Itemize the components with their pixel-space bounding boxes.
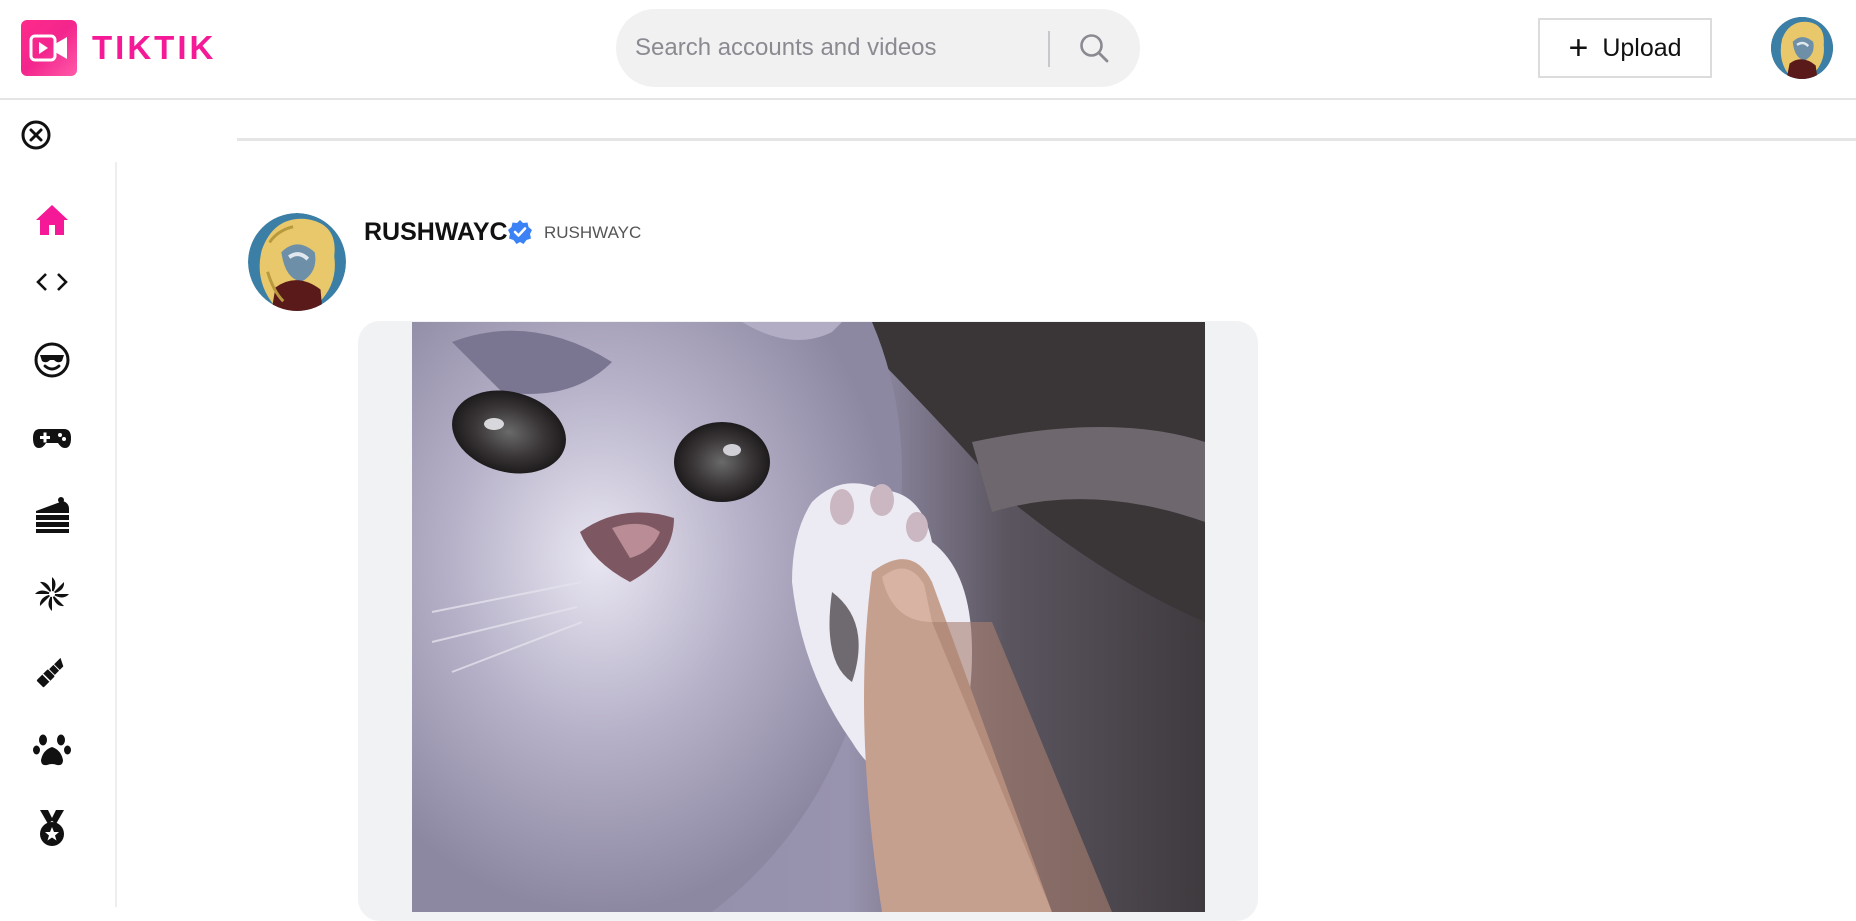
home-icon [36,205,68,235]
sidebar-item-animals[interactable] [28,726,76,774]
lipstick-icon [36,657,64,688]
disco-burst-icon [35,577,69,611]
sunglasses-face-icon [34,342,70,378]
close-circle-icon [21,120,51,150]
sidebar-item-sports[interactable] [28,804,76,852]
search-bar [616,9,1140,87]
medal-icon [40,810,64,846]
sidebar-item-gaming[interactable] [28,414,76,462]
sidebar-item-food[interactable] [28,492,76,540]
sidebar-item-dance[interactable] [28,570,76,618]
search-input[interactable] [635,23,1055,73]
post-author-name[interactable]: RUSHWAYC [364,218,508,247]
post-author-avatar[interactable] [248,213,346,311]
plus-icon: + [1568,29,1589,67]
user-avatar[interactable] [1771,17,1833,79]
post-author-handle: RUSHWAYC [544,223,642,242]
video-frame-image [412,322,1205,912]
paw-icon [33,734,71,766]
app-logo[interactable]: TIKTIK [21,20,216,76]
logo-text: TIKTIK [92,29,217,66]
upload-button[interactable]: + Upload [1538,18,1712,78]
sidebar-item-comedy[interactable] [28,336,76,384]
search-icon [1080,34,1109,63]
code-icon [36,273,68,291]
cake-slice-icon [36,497,69,533]
sidebar-item-home[interactable] [28,196,76,244]
video-player[interactable] [412,322,1205,912]
close-sidebar-button[interactable] [20,119,52,151]
feed-divider [237,138,1856,141]
avatar-image [1771,17,1833,79]
search-divider [1048,31,1050,67]
sidebar-item-beauty[interactable] [28,648,76,696]
avatar-image [248,213,346,311]
sidebar-item-coding[interactable] [28,258,76,306]
gamepad-icon [33,429,71,448]
logo-video-icon [21,20,77,76]
sidebar [0,162,117,907]
verified-badge-icon [507,219,533,245]
upload-label: Upload [1602,33,1682,62]
top-header: TIKTIK + Upload [0,0,1856,100]
search-button[interactable] [1064,26,1124,70]
